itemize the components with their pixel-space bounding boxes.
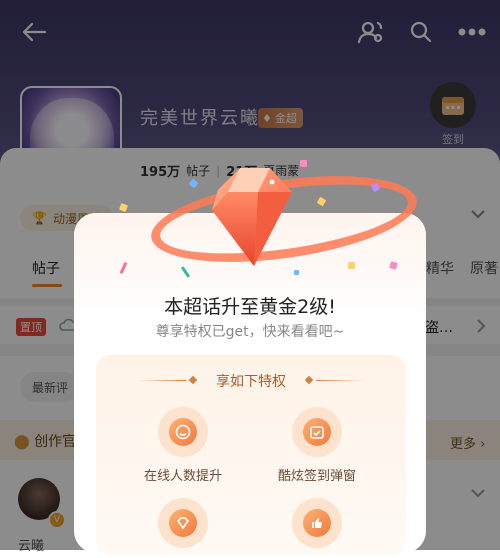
perks-title: 享如下特权: [216, 374, 286, 390]
perk-label: 酷炫签到弹窗: [277, 469, 356, 484]
perk-cool-checkin[interactable]: [292, 407, 342, 457]
thumbs-up-icon: [312, 518, 322, 528]
perk-thumbs-up[interactable]: [292, 498, 342, 548]
smile-icon: [175, 424, 191, 440]
diamond-icon: [176, 517, 190, 530]
dialog-title: 本超话升至黄金2级!: [164, 296, 336, 318]
confetti: [300, 160, 307, 167]
confetti: [294, 270, 299, 275]
gem-icon: [212, 168, 292, 266]
confetti: [348, 262, 355, 269]
dialog-subtitle: 尊享特权已get，快来看看吧~: [155, 324, 345, 340]
perk-diamond[interactable]: [158, 498, 208, 548]
perk-online-boost[interactable]: [158, 407, 208, 457]
perk-label: 在线人数提升: [143, 469, 222, 484]
calendar-check-icon: [310, 426, 324, 439]
